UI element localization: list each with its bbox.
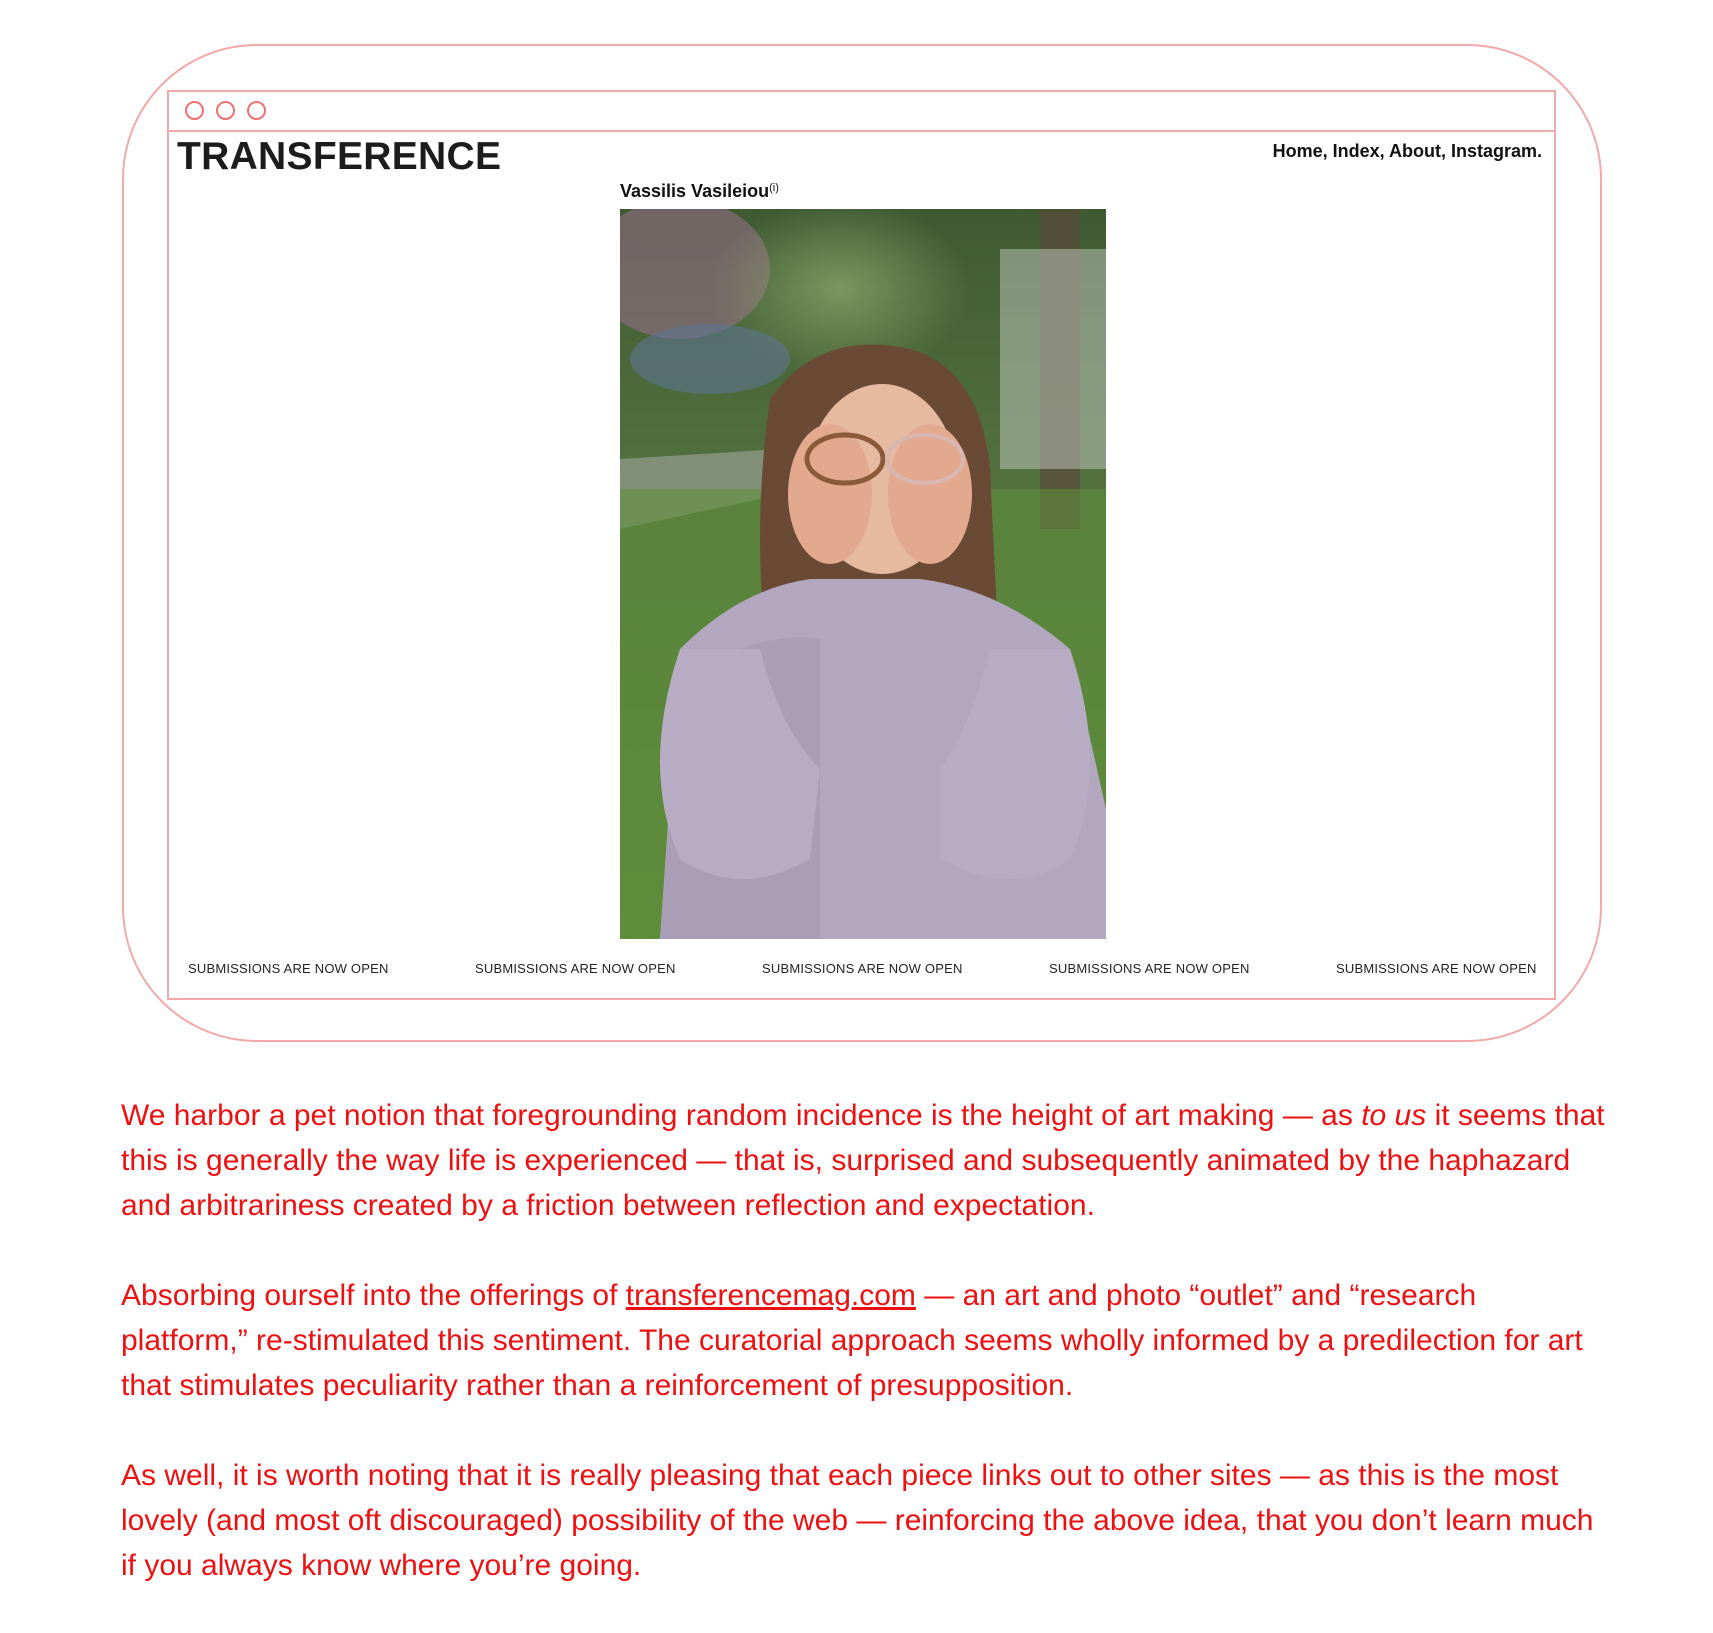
nav-instagram[interactable]: Instagram. <box>1451 141 1542 161</box>
ticker-item[interactable]: SUBMISSIONS ARE NOW OPEN <box>762 960 963 978</box>
nav-about[interactable]: About, <box>1389 141 1446 161</box>
portrait-photo-illustration <box>620 209 1106 939</box>
ticker-item[interactable]: SUBMISSIONS ARE NOW OPEN <box>1336 960 1537 978</box>
site-logo[interactable]: TRANSFERENCE <box>177 134 501 180</box>
window-maximize-dot-icon[interactable] <box>247 101 266 120</box>
featured-photo[interactable] <box>620 209 1106 939</box>
info-marker[interactable]: (i) <box>769 182 779 194</box>
p1-emphasis: to us <box>1361 1099 1427 1132</box>
paragraph-1: We harbor a pet notion that foregroundin… <box>121 1093 1611 1228</box>
nav-index[interactable]: Index, <box>1333 141 1385 161</box>
browser-titlebar <box>169 92 1554 132</box>
window-minimize-dot-icon[interactable] <box>216 101 235 120</box>
window-close-dot-icon[interactable] <box>185 101 204 120</box>
article-text: We harbor a pet notion that foregroundin… <box>121 1093 1611 1633</box>
p2-text-start: Absorbing ourself into the offerings of <box>121 1279 626 1312</box>
artist-name-text: Vassilis Vasileiou <box>620 181 770 201</box>
ticker-item[interactable]: SUBMISSIONS ARE NOW OPEN <box>188 960 389 978</box>
site-nav: Home, Index, About, Instagram. <box>1273 140 1542 162</box>
artist-name[interactable]: Vassilis Vasileiou(i) <box>620 180 779 202</box>
paragraph-2: Absorbing ourself into the offerings of … <box>121 1273 1611 1408</box>
ticker-item[interactable]: SUBMISSIONS ARE NOW OPEN <box>1049 960 1250 978</box>
submissions-ticker: SUBMISSIONS ARE NOW OPEN SUBMISSIONS ARE… <box>169 960 1554 984</box>
browser-window: TRANSFERENCE Home, Index, About, Instagr… <box>167 90 1556 1000</box>
ticker-item[interactable]: SUBMISSIONS ARE NOW OPEN <box>475 960 676 978</box>
nav-home[interactable]: Home, <box>1273 141 1328 161</box>
p1-text-start: We harbor a pet notion that foregroundin… <box>121 1099 1362 1132</box>
paragraph-3: As well, it is worth noting that it is r… <box>121 1459 1594 1582</box>
transferencemag-link[interactable]: transferencemag.com <box>626 1279 916 1312</box>
